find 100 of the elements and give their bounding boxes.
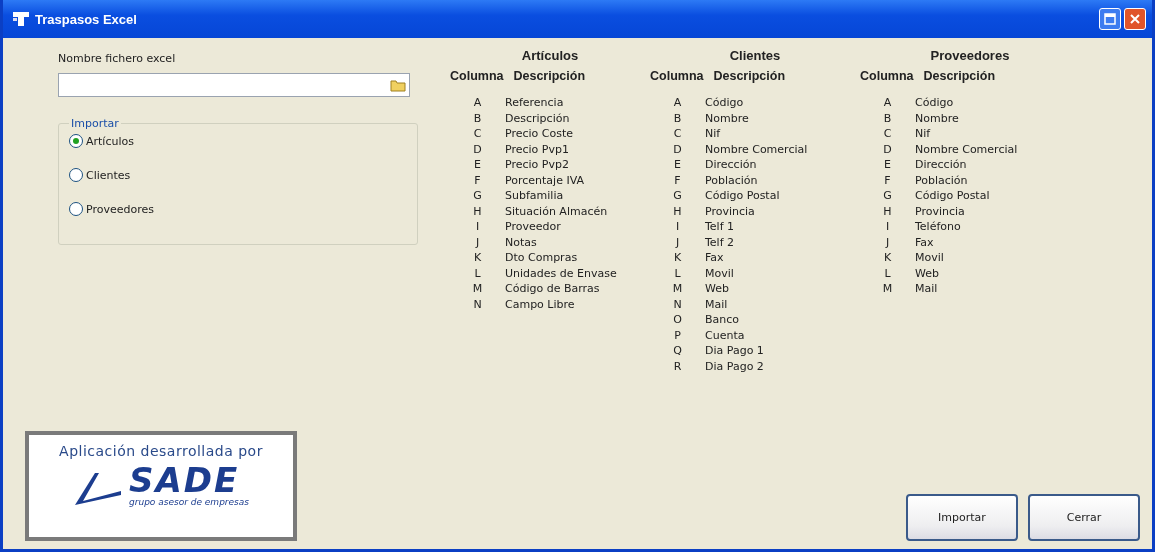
folder-icon[interactable] — [390, 78, 406, 92]
logo-name: SADE — [129, 463, 241, 497]
column-letter: A — [472, 96, 483, 110]
field-description: Unidades de Envase — [505, 266, 617, 280]
field-description: Código Postal — [705, 189, 780, 203]
column-letter: H — [672, 204, 683, 218]
column-letter: O — [672, 313, 683, 327]
column-letter: F — [673, 173, 682, 187]
column-letter: K — [472, 251, 483, 265]
column-letter: L — [673, 266, 682, 280]
field-description: Referencia — [505, 96, 564, 110]
close-button[interactable] — [1124, 8, 1146, 30]
column-letter: D — [672, 142, 683, 156]
column-letter: J — [674, 235, 681, 249]
field-description: Proveedor — [505, 220, 561, 234]
field-description: Movil — [915, 251, 944, 265]
field-description: Provincia — [705, 204, 755, 218]
field-description: Nombre Comercial — [705, 142, 808, 156]
column-letter: M — [671, 282, 684, 296]
field-description: Precio Pvp1 — [505, 142, 569, 156]
column-letter: E — [673, 158, 682, 172]
column-letter: P — [673, 328, 682, 342]
close-icon — [1129, 13, 1141, 25]
column-letter: D — [472, 142, 483, 156]
column-letter: G — [672, 189, 683, 203]
radio-button[interactable] — [69, 134, 83, 148]
field-label: Nombre fichero excel — [58, 52, 177, 65]
column-letter: H — [472, 204, 483, 218]
file-name-field[interactable] — [58, 73, 410, 97]
field-description: Provincia — [915, 204, 965, 218]
column-header: Columna — [860, 69, 914, 83]
column-header: Descripción — [923, 69, 996, 83]
table-title: Artículos — [521, 48, 579, 63]
radio-button[interactable] — [69, 202, 83, 216]
field-description: Situación Almacén — [505, 204, 608, 218]
column-letter: G — [472, 189, 483, 203]
field-description: Población — [915, 173, 968, 187]
field-description: Dia Pago 1 — [705, 344, 764, 358]
logo-tagline: grupo asesor de empresas — [129, 497, 249, 507]
column-letter: A — [672, 96, 683, 110]
field-description: Precio Coste — [505, 127, 574, 141]
field-description: Notas — [505, 235, 537, 249]
field-description: Banco — [705, 313, 740, 327]
column-letter: M — [471, 282, 484, 296]
column-letter: H — [882, 204, 893, 218]
radio-option[interactable]: Artículos — [69, 134, 407, 148]
column-letter: K — [672, 251, 683, 265]
column-header: Columna — [650, 69, 704, 83]
column-letter: K — [882, 251, 893, 265]
restore-icon — [1104, 13, 1116, 25]
column-letter: E — [883, 158, 892, 172]
field-description: Telf 2 — [705, 235, 735, 249]
dialog-button[interactable]: Cerrar — [1028, 494, 1140, 541]
column-header: Descripción — [713, 69, 786, 83]
field-description: Mail — [915, 282, 938, 296]
field-description: Dto Compras — [505, 251, 578, 265]
column-letter: A — [882, 96, 893, 110]
field-description: Fax — [705, 251, 724, 265]
column-letter: B — [672, 111, 683, 125]
field-description: Porcentaje IVA — [505, 173, 584, 187]
column-letter: F — [883, 173, 892, 187]
field-description: Nif — [915, 127, 931, 141]
dialog-button[interactable]: Importar — [906, 494, 1018, 541]
field-description: Código Postal — [915, 189, 990, 203]
field-description: Código de Barras — [505, 282, 600, 296]
field-description: Cuenta — [705, 328, 745, 342]
column-letter: D — [882, 142, 893, 156]
table-title: Clientes — [729, 48, 781, 63]
column-letter: B — [472, 111, 483, 125]
restore-button[interactable] — [1099, 8, 1121, 30]
field-description: Telf 1 — [705, 220, 735, 234]
column-letter: R — [672, 359, 683, 373]
column-header: Descripción — [513, 69, 586, 83]
column-letter: B — [882, 111, 893, 125]
column-letter: I — [674, 220, 681, 234]
table-title: Proveedores — [930, 48, 1010, 63]
column-letter: N — [472, 297, 483, 311]
field-description: Campo Libre — [505, 297, 575, 311]
column-letter: C — [672, 127, 683, 141]
column-letter: M — [881, 282, 894, 296]
radio-button[interactable] — [69, 168, 83, 182]
field-description: Fax — [915, 235, 934, 249]
field-description: Web — [915, 266, 939, 280]
field-description: Código — [915, 96, 954, 110]
field-description: Descripción — [505, 111, 570, 125]
field-description: Código — [705, 96, 744, 110]
field-description: Nif — [705, 127, 721, 141]
column-letter: J — [474, 235, 481, 249]
column-letter: I — [884, 220, 891, 234]
field-description: Población — [705, 173, 758, 187]
column-letter: F — [473, 173, 482, 187]
radio-option[interactable]: Clientes — [69, 168, 407, 182]
field-description: Teléfono — [915, 220, 961, 234]
field-description: Dirección — [705, 158, 757, 172]
column-letter: L — [473, 266, 482, 280]
column-letter: G — [882, 189, 893, 203]
field-description: Mail — [705, 297, 728, 311]
field-description: Nombre Comercial — [915, 142, 1018, 156]
radio-option[interactable]: Proveedores — [69, 202, 407, 216]
column-letter: Q — [672, 344, 683, 358]
